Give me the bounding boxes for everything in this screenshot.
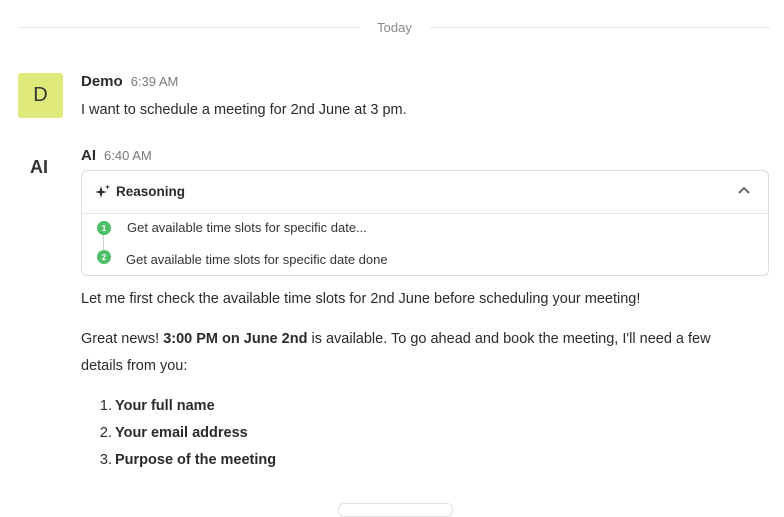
list-item-label: Purpose of the meeting — [115, 452, 277, 468]
ai-paragraph-2-line-2: details from you: — [81, 358, 188, 374]
user-avatar: D — [18, 73, 63, 118]
step-number-badge: 1 — [97, 221, 111, 235]
list-item-number: 2. — [99, 425, 112, 441]
reasoning-header[interactable]: Reasoning — [82, 171, 768, 214]
divider-left — [18, 27, 359, 28]
user-message-header: Demo 6:39 AM — [81, 73, 178, 90]
ai-paragraph-2-rest: is available. To go ahead and book the m… — [307, 331, 711, 347]
reasoning-step-text: Get available time slots for specific da… — [126, 252, 388, 267]
divider-right — [430, 27, 770, 28]
scroll-to-bottom-button[interactable] — [338, 503, 453, 517]
chevron-up-icon[interactable] — [738, 185, 750, 195]
user-message-text: I want to schedule a meeting for 2nd Jun… — [81, 102, 407, 118]
list-item-label: Your full name — [115, 398, 215, 414]
ai-message-header: AI 6:40 AM — [81, 147, 152, 164]
ai-avatar: AI — [30, 157, 48, 177]
ai-paragraph-2-highlight: 3:00 PM on June 2nd — [163, 331, 308, 347]
step-number-badge: 2 — [97, 250, 111, 264]
ai-paragraph-1: Let me first check the available time sl… — [81, 291, 641, 307]
user-name: Demo — [81, 73, 123, 90]
list-item-number: 3. — [99, 452, 112, 468]
ai-name: AI — [81, 147, 96, 164]
list-item-number: 1. — [99, 398, 112, 414]
ai-paragraph-2-intro: Great news! — [81, 331, 164, 347]
reasoning-step-text: Get available time slots for specific da… — [127, 220, 367, 235]
date-separator: Today — [377, 20, 412, 35]
reasoning-title: Reasoning — [116, 184, 186, 199]
reasoning-panel: Reasoning 1 Get available time slots for… — [81, 170, 769, 276]
ai-paragraph-2: Great news! 3:00 PM on June 2nd is avail… — [81, 331, 711, 347]
user-message-time: 6:39 AM — [130, 74, 179, 89]
list-item-label: Your email address — [115, 425, 248, 441]
ai-message-time: 6:40 AM — [104, 148, 152, 163]
sparkle-icon — [95, 184, 110, 198]
